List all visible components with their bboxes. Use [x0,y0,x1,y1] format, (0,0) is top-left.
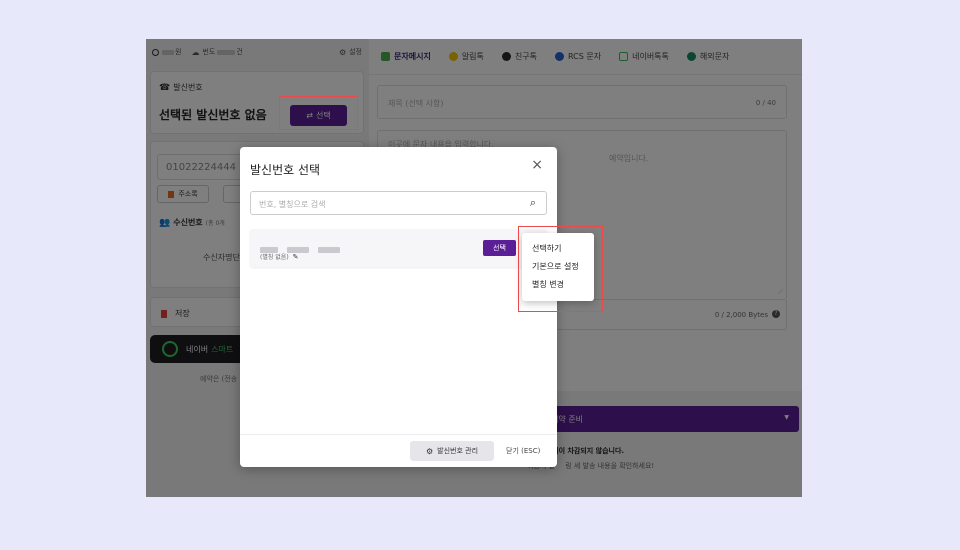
app-window: 원 ☁ 번도 건 ⚙ 설정 ☎ 발신번호 선택된 발신번호 없음 ⇄ 선택 01… [146,39,802,497]
gear-icon: ⚙ [425,446,434,456]
manage-sender-button[interactable]: ⚙ 발신번호 관리 [410,441,494,461]
search-placeholder: 번호, 별칭으로 검색 [259,200,326,209]
highlight-box-select [279,96,358,130]
close-modal-label: 닫기 (ESC) [506,447,541,455]
item-select-button[interactable]: 선택 [483,240,516,256]
modal-footer: ⚙ 발신번호 관리 닫기 (ESC) [240,434,557,467]
highlight-box-menu [518,226,603,312]
close-modal-button[interactable]: 닫기 (ESC) [506,446,540,456]
search-input[interactable]: 번호, 별칭으로 검색 ⌕ [250,191,547,215]
modal-title: 발신번호 선택 [250,163,321,177]
alias-label: (별칭 없음) [260,254,289,261]
manage-sender-label: 발신번호 관리 [437,447,479,455]
close-icon[interactable]: × [531,157,543,173]
sender-list-item[interactable]: (별칭 없음) ✎ 선택 [250,229,547,267]
pencil-icon[interactable]: ✎ [293,253,299,261]
search-icon[interactable]: ⌕ [530,196,536,210]
sender-select-modal: 발신번호 선택 × 번호, 별칭으로 검색 ⌕ (별칭 없음) ✎ 선택 ⚙ 발 [240,147,557,467]
item-select-label: 선택 [493,244,506,252]
